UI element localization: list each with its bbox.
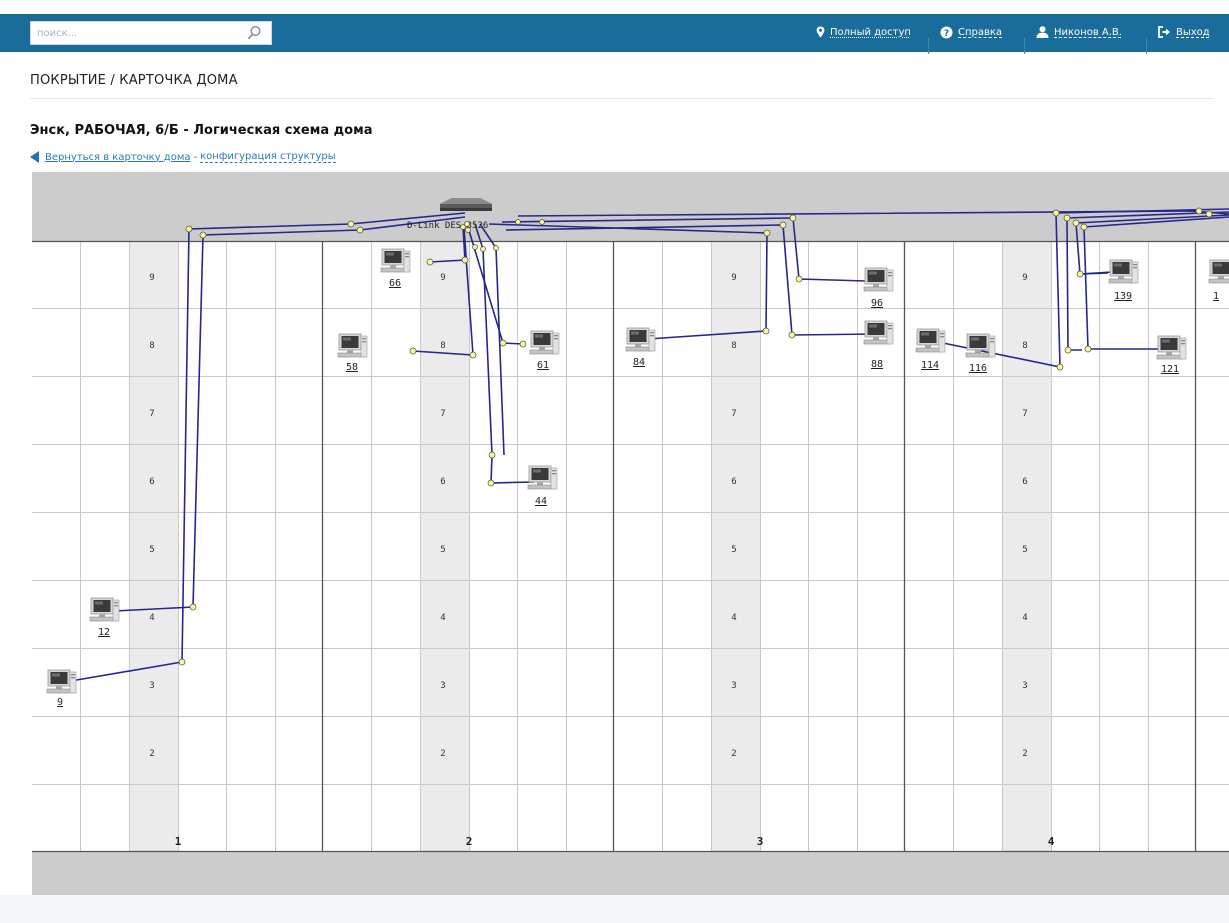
floor-label: 7 bbox=[440, 409, 445, 419]
basement-band bbox=[32, 852, 1229, 895]
floor-label: 3 bbox=[149, 681, 154, 691]
floor-label: 2 bbox=[149, 749, 154, 759]
floor-label: 4 bbox=[440, 613, 445, 623]
floor-label: 5 bbox=[1022, 545, 1027, 555]
floor-label: 8 bbox=[440, 341, 445, 351]
floor-label: 8 bbox=[731, 341, 736, 351]
floor-label: 4 bbox=[731, 613, 736, 623]
floor-label: 6 bbox=[440, 477, 445, 487]
back-arrow-icon[interactable] bbox=[30, 151, 39, 163]
house-logical-schema: 9 8 7 6 5 4 3 2 9 8 7 6 5 4 3 2 9 8 7 6 … bbox=[32, 172, 1229, 895]
floor-label: 6 bbox=[149, 477, 154, 487]
search-icon[interactable] bbox=[245, 24, 263, 42]
logout-link[interactable]: Выход bbox=[1158, 24, 1210, 40]
device-label: 61 bbox=[537, 360, 549, 371]
breadcrumb: ПОКРЫТИЕ / КАРТОЧКА ДОМА bbox=[30, 73, 238, 88]
floor-label: 4 bbox=[149, 613, 154, 623]
device-label: 12 bbox=[98, 627, 110, 638]
page-title: Энск, РАБОЧАЯ, 6/Б - Логическая схема до… bbox=[30, 123, 373, 138]
device-label: 96 bbox=[871, 298, 883, 309]
entrance-number: 2 bbox=[466, 835, 473, 848]
structure-config-link[interactable]: конфигурация структуры bbox=[200, 151, 336, 163]
full-access-link[interactable]: Полный доступ bbox=[816, 24, 911, 40]
floor-label: 9 bbox=[440, 273, 445, 283]
search-box bbox=[30, 21, 272, 45]
floor-label: 5 bbox=[440, 545, 445, 555]
floor-label: 2 bbox=[1022, 749, 1027, 759]
entrance-number: 1 bbox=[175, 835, 182, 848]
floor-label: 5 bbox=[149, 545, 154, 555]
full-access-label: Полный доступ bbox=[830, 26, 911, 38]
floor-label: 2 bbox=[731, 749, 736, 759]
back-row: Вернуться в карточку дома - конфигурация… bbox=[30, 151, 336, 163]
device-label: 121 bbox=[1161, 364, 1179, 375]
floor-label: 9 bbox=[1022, 273, 1027, 283]
floor-label: 8 bbox=[149, 341, 154, 351]
device-label: 9 bbox=[57, 697, 63, 708]
device-label: 114 bbox=[921, 360, 939, 371]
user-label: Никонов А.В. bbox=[1054, 26, 1122, 38]
user-link[interactable]: Никонов А.В. bbox=[1036, 24, 1122, 40]
switch-label: D-Link DES-3526 bbox=[407, 221, 488, 231]
device-label: 44 bbox=[535, 496, 547, 507]
link-separator: - bbox=[193, 151, 198, 163]
logout-label: Выход bbox=[1176, 26, 1210, 38]
floor-label: 9 bbox=[149, 273, 154, 283]
floor-label: 7 bbox=[149, 409, 154, 419]
help-link[interactable]: ? Справка bbox=[940, 24, 1002, 40]
help-circle-icon: ? bbox=[940, 26, 953, 39]
device-label: 88 bbox=[871, 359, 883, 370]
floor-label: 5 bbox=[731, 545, 736, 555]
entrance-number: 4 bbox=[1048, 835, 1055, 848]
floor-label: 8 bbox=[1022, 341, 1027, 351]
roof-band bbox=[32, 172, 1229, 241]
floor-label: 6 bbox=[731, 477, 736, 487]
floor-label: 2 bbox=[440, 749, 445, 759]
floor-label: 9 bbox=[731, 273, 736, 283]
svg-text:?: ? bbox=[944, 29, 949, 39]
map-pin-icon bbox=[816, 26, 825, 38]
device-label: 84 bbox=[633, 357, 645, 368]
user-icon bbox=[1036, 26, 1049, 38]
floor-label: 4 bbox=[1022, 613, 1027, 623]
logout-icon bbox=[1158, 26, 1170, 38]
device-label: 139 bbox=[1114, 291, 1132, 302]
search-input[interactable] bbox=[31, 22, 241, 44]
floor-label: 7 bbox=[731, 409, 736, 419]
floor-label: 7 bbox=[1022, 409, 1027, 419]
back-to-house-card-link[interactable]: Вернуться в карточку дома bbox=[45, 152, 191, 163]
help-label: Справка bbox=[958, 26, 1003, 38]
device-label: 116 bbox=[969, 363, 987, 374]
device-label: 66 bbox=[389, 278, 401, 289]
device-label: 1 bbox=[1213, 291, 1219, 302]
device-label: 58 bbox=[346, 362, 358, 373]
floor-label: 6 bbox=[1022, 477, 1027, 487]
entrance-number: 3 bbox=[757, 835, 764, 848]
divider bbox=[30, 98, 1214, 99]
floor-label: 3 bbox=[1022, 681, 1027, 691]
floor-label: 3 bbox=[731, 681, 736, 691]
floor-label: 3 bbox=[440, 681, 445, 691]
